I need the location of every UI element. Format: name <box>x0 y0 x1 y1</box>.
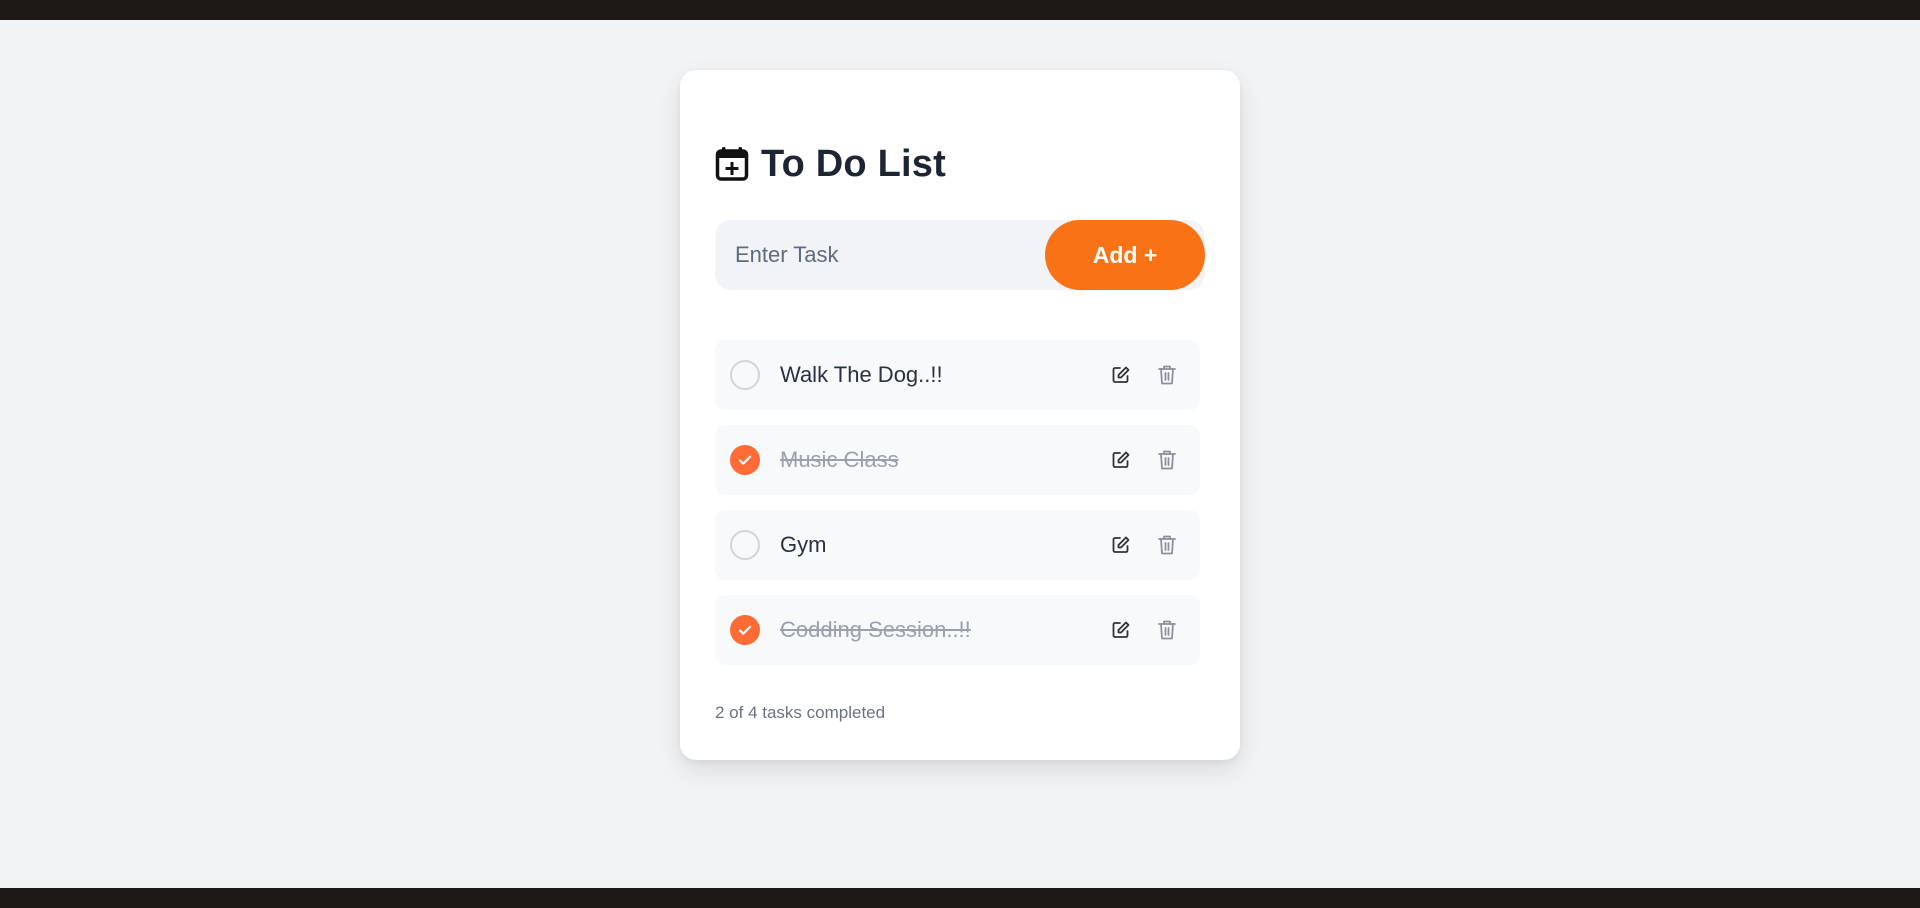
edit-icon[interactable] <box>1110 449 1132 471</box>
task-item: Gym <box>715 510 1200 580</box>
task-checkbox[interactable] <box>730 360 760 390</box>
check-icon <box>738 455 752 465</box>
task-item: Walk The Dog..!! <box>715 340 1200 410</box>
add-task-bar: Add + <box>715 220 1205 290</box>
task-checkbox[interactable] <box>730 530 760 560</box>
completion-status: 2 of 4 tasks completed <box>715 703 886 722</box>
page-title: To Do List <box>761 142 946 185</box>
task-text: Codding Session..!! <box>780 617 971 642</box>
task-item: Music Class <box>715 425 1200 495</box>
calendar-plus-icon <box>715 146 749 182</box>
edit-icon[interactable] <box>1110 619 1132 641</box>
task-checkbox-checked[interactable] <box>730 615 760 645</box>
todo-card: To Do List Add + Walk The Dog..!! <box>680 70 1240 760</box>
trash-icon[interactable] <box>1156 449 1178 471</box>
trash-icon[interactable] <box>1156 534 1178 556</box>
trash-icon[interactable] <box>1156 364 1178 386</box>
trash-icon[interactable] <box>1156 619 1178 641</box>
task-text: Walk The Dog..!! <box>780 362 943 387</box>
edit-icon[interactable] <box>1110 534 1132 556</box>
task-text: Gym <box>780 532 827 557</box>
task-checkbox-checked[interactable] <box>730 445 760 475</box>
task-text: Music Class <box>780 447 899 472</box>
task-list: Walk The Dog..!! Music Class Gym Codding… <box>715 340 1200 680</box>
add-button[interactable]: Add + <box>1045 220 1205 290</box>
page-background: To Do List Add + Walk The Dog..!! <box>0 20 1920 888</box>
check-icon <box>738 625 752 635</box>
header: To Do List <box>715 142 946 186</box>
task-item: Codding Session..!! <box>715 595 1200 665</box>
edit-icon[interactable] <box>1110 364 1132 386</box>
